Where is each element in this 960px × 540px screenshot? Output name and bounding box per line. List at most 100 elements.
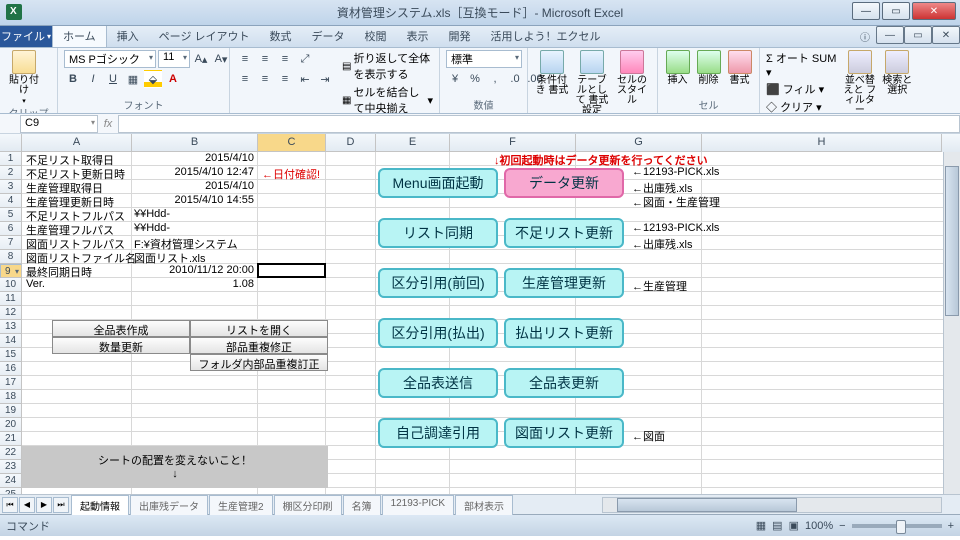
grow-font[interactable]: A▴ xyxy=(192,50,210,68)
row-16[interactable]: 16 xyxy=(0,362,22,376)
insert-cells[interactable]: 挿入 xyxy=(664,50,691,86)
btn-all-update[interactable]: 全品表更新 xyxy=(504,368,624,398)
border-button[interactable]: ▦ xyxy=(124,70,142,88)
sort-filter[interactable]: 並べ替えと フィルター xyxy=(843,50,876,114)
shrink-font[interactable]: A▾ xyxy=(212,50,230,68)
bold-button[interactable]: B xyxy=(64,70,82,88)
col-C[interactable]: C xyxy=(258,134,326,152)
fill-color[interactable]: ⬙ xyxy=(144,70,162,88)
inc-dec[interactable]: .0 xyxy=(506,70,524,88)
help-icon[interactable]: ⓘ xyxy=(854,26,876,47)
row-10[interactable]: 10 xyxy=(0,278,22,292)
indent-dec[interactable]: ⇤ xyxy=(296,70,314,88)
tab-data[interactable]: データ xyxy=(302,25,355,47)
find-select[interactable]: 検索と 選択 xyxy=(881,50,914,96)
tab-review[interactable]: 校閲 xyxy=(355,25,397,47)
percent[interactable]: % xyxy=(466,70,484,88)
sheet-nav-first[interactable]: ⏮ xyxy=(2,497,18,513)
zoom-slider[interactable] xyxy=(852,524,942,528)
number-format[interactable]: 標準 xyxy=(446,50,522,68)
cell-styles[interactable]: セルの スタイル xyxy=(614,50,650,106)
row-17[interactable]: 17 xyxy=(0,376,22,390)
sheet-tab-2[interactable]: 生産管理2 xyxy=(209,495,273,515)
zoom-in[interactable]: + xyxy=(948,520,954,532)
align-left[interactable]: ≡ xyxy=(236,70,254,88)
zoom-level[interactable]: 100% xyxy=(805,520,833,532)
sheet-tab-1[interactable]: 出庫残データ xyxy=(130,495,208,515)
align-right[interactable]: ≡ xyxy=(276,70,294,88)
view-layout-icon[interactable]: ▤ xyxy=(772,519,782,532)
autosum[interactable]: Σ オート SUM ▾ xyxy=(766,50,839,79)
row-4[interactable]: 4 xyxy=(0,194,22,208)
row-6[interactable]: 6 xyxy=(0,222,22,236)
align-bot[interactable]: ≡ xyxy=(276,50,294,68)
sheet-tab-3[interactable]: 棚区分印刷 xyxy=(274,495,342,515)
btn-all-send[interactable]: 全品表送信 xyxy=(378,368,498,398)
doc-minimize[interactable]: — xyxy=(876,26,904,44)
btn-kubun-out[interactable]: 区分引用(払出) xyxy=(378,318,498,348)
row-3[interactable]: 3 xyxy=(0,180,22,194)
zoom-out[interactable]: − xyxy=(839,520,845,532)
row-23[interactable]: 23 xyxy=(0,460,22,474)
currency[interactable]: ¥ xyxy=(446,70,464,88)
orientation[interactable]: ⤢ xyxy=(296,50,314,68)
btn-kubun-prev[interactable]: 区分引用(前回) xyxy=(378,268,498,298)
row-18[interactable]: 18 xyxy=(0,390,22,404)
row-12[interactable]: 12 xyxy=(0,306,22,320)
sheet-nav-next[interactable]: ▶ xyxy=(36,497,52,513)
tab-addin[interactable]: 活用しよう！エクセル xyxy=(481,25,611,47)
col-D[interactable]: D xyxy=(326,134,376,152)
tab-pagelayout[interactable]: ページ レイアウト xyxy=(149,25,260,47)
btn-folder-fix[interactable]: フォルダ内部品重複訂正 xyxy=(190,354,328,371)
name-box[interactable]: C9 xyxy=(20,115,98,133)
sheet-tab-0[interactable]: 起動情報 xyxy=(71,495,129,515)
formula-input[interactable] xyxy=(118,115,960,133)
row-8[interactable]: 8 xyxy=(0,250,22,264)
align-top[interactable]: ≡ xyxy=(236,50,254,68)
sheet-nav-last[interactable]: ⏭ xyxy=(53,497,69,513)
row-20[interactable]: 20 xyxy=(0,418,22,432)
paste-button[interactable]: 貼り付け▾ xyxy=(6,50,42,105)
btn-qty-update[interactable]: 数量更新 xyxy=(52,337,190,354)
tab-view[interactable]: 表示 xyxy=(397,25,439,47)
row-7[interactable]: 7 xyxy=(0,236,22,250)
font-size[interactable]: 11 xyxy=(158,50,190,68)
row-21[interactable]: 21 xyxy=(0,432,22,446)
btn-prod-update[interactable]: 生産管理更新 xyxy=(504,268,624,298)
sheet-nav-prev[interactable]: ◀ xyxy=(19,497,35,513)
btn-short-update[interactable]: 不足リスト更新 xyxy=(504,218,624,248)
sheet-tab-4[interactable]: 名簿 xyxy=(343,495,381,515)
close-button[interactable]: ✕ xyxy=(912,2,956,20)
row-11[interactable]: 11 xyxy=(0,292,22,306)
comma[interactable]: , xyxy=(486,70,504,88)
row-1[interactable]: 1 xyxy=(0,152,22,166)
italic-button[interactable]: I xyxy=(84,70,102,88)
clear[interactable]: ◇ クリア ▾ xyxy=(766,99,839,114)
btn-draw-update[interactable]: 図面リスト更新 xyxy=(504,418,624,448)
format-cells[interactable]: 書式 xyxy=(726,50,753,86)
row-22[interactable]: 22 xyxy=(0,446,22,460)
btn-out-update[interactable]: 払出リスト更新 xyxy=(504,318,624,348)
btn-menu[interactable]: Menu画面起動 xyxy=(378,168,498,198)
btn-part-fix[interactable]: 部品重複修正 xyxy=(190,337,328,354)
conditional-format[interactable]: 条件付き 書式 xyxy=(534,50,570,96)
doc-restore[interactable]: ▭ xyxy=(904,26,932,44)
row-19[interactable]: 19 xyxy=(0,404,22,418)
btn-open-list[interactable]: リストを開く xyxy=(190,320,328,337)
font-name[interactable]: MS Pゴシック xyxy=(64,50,156,68)
col-G[interactable]: G xyxy=(576,134,702,152)
doc-close[interactable]: ✕ xyxy=(932,26,960,44)
btn-list-sync[interactable]: リスト同期 xyxy=(378,218,498,248)
tab-formulas[interactable]: 数式 xyxy=(260,25,302,47)
btn-self[interactable]: 自己調達引用 xyxy=(378,418,498,448)
row-15[interactable]: 15 xyxy=(0,348,22,362)
row-9[interactable]: 9 xyxy=(0,264,22,278)
btn-make-all[interactable]: 全品表作成 xyxy=(52,320,190,337)
maximize-button[interactable]: ▭ xyxy=(882,2,910,20)
format-as-table[interactable]: テーブルとして 書式設定 xyxy=(574,50,610,114)
tab-insert[interactable]: 挿入 xyxy=(107,25,149,47)
underline-button[interactable]: U xyxy=(104,70,122,88)
select-all[interactable] xyxy=(0,134,22,152)
row-5[interactable]: 5 xyxy=(0,208,22,222)
fx-icon[interactable]: fx xyxy=(98,118,118,130)
